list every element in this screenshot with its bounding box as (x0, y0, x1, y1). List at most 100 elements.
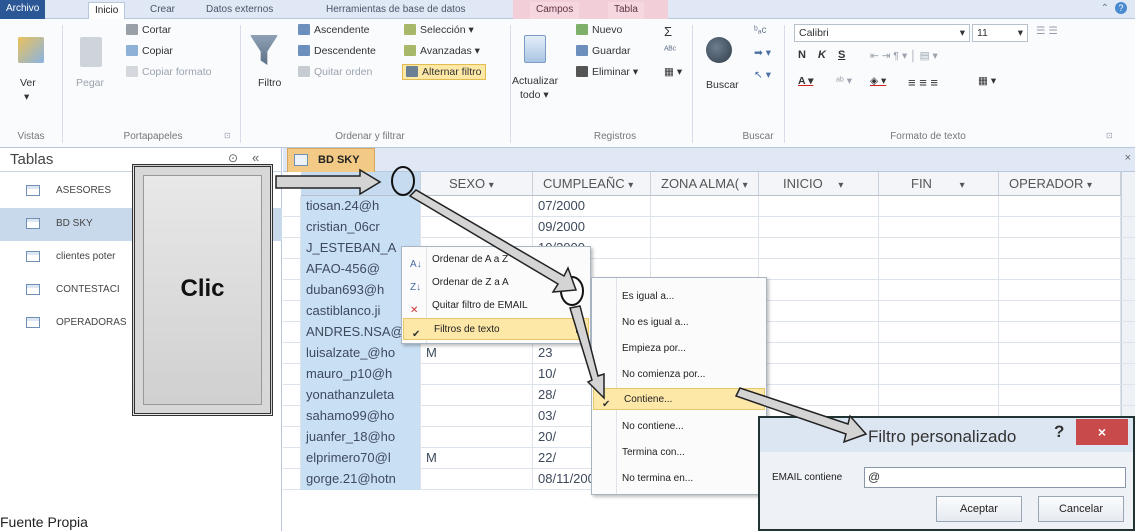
cell-fin[interactable] (879, 364, 999, 385)
cell-email[interactable]: elprimero70@l (301, 448, 421, 469)
cell-fin[interactable] (879, 217, 999, 238)
cell-sexo[interactable]: M (421, 343, 533, 364)
cell-fin[interactable] (879, 385, 999, 406)
row-selector[interactable] (283, 385, 301, 406)
row-selector[interactable] (283, 427, 301, 448)
cell-email[interactable]: cristian_06cr (301, 217, 421, 238)
row-selector[interactable] (283, 217, 301, 238)
tab-crear[interactable]: Crear (144, 2, 181, 19)
cell-zona[interactable] (651, 217, 759, 238)
cell-sexo[interactable] (421, 364, 533, 385)
cell-operador[interactable] (999, 322, 1121, 343)
tab-tabla[interactable]: Tabla (608, 2, 644, 19)
cell-inicio[interactable] (759, 343, 879, 364)
menu-clear-filter[interactable]: ✕ Quitar filtro de EMAIL (402, 295, 590, 317)
row-selector[interactable] (283, 301, 301, 322)
cell-email[interactable]: luisalzate_@ho (301, 343, 421, 364)
row-selector[interactable] (283, 406, 301, 427)
more-records-icon[interactable]: ▦ ▾ (664, 66, 682, 78)
cell-operador[interactable] (999, 238, 1121, 259)
cell-operador[interactable] (999, 280, 1121, 301)
paste-button[interactable]: Pegar (76, 77, 104, 89)
row-selector[interactable] (283, 364, 301, 385)
cell-email[interactable]: yonathanzuleta (301, 385, 421, 406)
nav-collapse-icon[interactable]: « (252, 150, 259, 165)
column-header-sexo[interactable]: SEXO ▾ (421, 172, 533, 196)
sort-ascending-button[interactable]: Ascendente (314, 24, 369, 36)
copy-button[interactable]: Copiar (142, 45, 173, 57)
view-dropdown-icon[interactable]: ▾ (24, 91, 29, 103)
tab-archivo[interactable]: Archivo (0, 0, 46, 19)
tab-datos-externos[interactable]: Datos externos (200, 2, 279, 19)
cell-email[interactable]: gorge.21@hotn (301, 469, 421, 490)
minimize-ribbon-icon[interactable]: ⌃ (1101, 3, 1109, 14)
font-size-select[interactable]: 11 ▾ (972, 24, 1028, 42)
cut-button[interactable]: Cortar (142, 24, 171, 36)
cell-fin[interactable] (879, 196, 999, 217)
dialog-help-icon[interactable]: ? (1054, 422, 1064, 442)
cell-operador[interactable] (999, 196, 1121, 217)
cell-email[interactable]: sahamo99@ho (301, 406, 421, 427)
spelling-icon[interactable]: ᴬᴮᶜ (664, 45, 676, 56)
align-buttons[interactable]: ≡ ≡ ≡ (908, 75, 938, 90)
cell-fin[interactable] (879, 238, 999, 259)
cell-inicio[interactable] (759, 238, 879, 259)
delete-button[interactable]: Eliminar (592, 66, 630, 78)
dialog-field-input[interactable]: @ (864, 467, 1126, 488)
cancel-button[interactable]: Cancelar (1038, 496, 1124, 522)
cell-inicio[interactable] (759, 280, 879, 301)
table-row[interactable]: tiosan.24@h 07/2000 (283, 196, 1135, 217)
totals-icon[interactable]: Σ (664, 24, 672, 39)
row-selector[interactable] (283, 196, 301, 217)
row-selector[interactable] (283, 322, 301, 343)
select-icon[interactable]: ↖ ▾ (754, 69, 771, 81)
cell-operador[interactable] (999, 343, 1121, 364)
format-painter-button[interactable]: Copiar formato (142, 66, 211, 78)
clear-sort-button[interactable]: Quitar orden (314, 66, 372, 78)
cell-inicio[interactable] (759, 217, 879, 238)
cell-fin[interactable] (879, 343, 999, 364)
cell-sexo[interactable] (421, 217, 533, 238)
clipboard-launcher-icon[interactable]: ⊡ (224, 131, 231, 140)
bold-button[interactable]: N (798, 49, 806, 61)
bullets-icon[interactable]: ☰ ☰ (1036, 25, 1058, 37)
column-header-fin[interactable]: FIN ▾ (879, 172, 999, 196)
toggle-filter-button[interactable]: Alternar filtro (422, 66, 482, 78)
italic-button[interactable]: K (818, 49, 826, 61)
cell-sexo[interactable] (421, 196, 533, 217)
menu-not-ends-with[interactable]: No termina en... (592, 468, 766, 490)
row-selector[interactable] (283, 343, 301, 364)
save-button[interactable]: Guardar (592, 45, 631, 57)
indent-icons[interactable]: ⇤ ⇥ ¶ ▾ │ ▤ ▾ (870, 50, 938, 62)
fill-color-button[interactable]: ◈ ▾ (870, 75, 886, 87)
column-header-operador[interactable]: OPERADOR ▾ (999, 172, 1121, 196)
highlight-color-button[interactable]: ᵃᵇ ▾ (836, 75, 852, 87)
font-name-select[interactable]: Calibri ▾ (794, 24, 970, 42)
cell-fin[interactable] (879, 322, 999, 343)
advanced-button[interactable]: Avanzadas (420, 45, 472, 57)
cell-operador[interactable] (999, 217, 1121, 238)
format-launcher-icon[interactable]: ⊡ (1106, 131, 1113, 140)
cell-fin[interactable] (879, 301, 999, 322)
view-button[interactable]: Ver (20, 77, 36, 89)
underline-button[interactable]: S (838, 49, 845, 61)
filter-button[interactable]: Filtro (258, 77, 281, 89)
cell-zona[interactable] (651, 238, 759, 259)
cell-email[interactable]: mauro_p10@h (301, 364, 421, 385)
row-selector[interactable] (283, 469, 301, 490)
cell-email[interactable]: tiosan.24@h (301, 196, 421, 217)
tab-bd-sky[interactable]: BD SKY (287, 148, 375, 172)
selection-button[interactable]: Selección (420, 24, 466, 36)
cell-sexo[interactable] (421, 427, 533, 448)
cell-inicio[interactable] (759, 301, 879, 322)
find-button[interactable]: Buscar (706, 79, 739, 91)
accept-button[interactable]: Aceptar (936, 496, 1022, 522)
sort-descending-button[interactable]: Descendente (314, 45, 376, 57)
menu-not-begins-with[interactable]: No comienza por... (592, 364, 766, 386)
column-header-email[interactable]: EMAIL (301, 172, 421, 196)
refresh-all-label[interactable]: todo (520, 89, 540, 101)
cell-operador[interactable] (999, 301, 1121, 322)
column-header-inicio[interactable]: INICIO ▾ (759, 172, 879, 196)
font-color-button[interactable]: A ▾ (798, 75, 813, 87)
cell-zona[interactable] (651, 196, 759, 217)
